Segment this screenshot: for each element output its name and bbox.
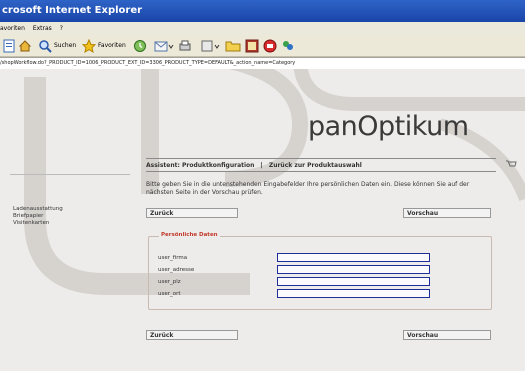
- back-button-top[interactable]: Zurück: [146, 208, 238, 218]
- personal-data-legend: Persönliche Daten: [159, 232, 220, 238]
- sidebar-heading[interactable]: Ladenausstattung: [13, 206, 63, 213]
- back-to-product-selection-link[interactable]: Zurück zur Produktauswahl: [269, 162, 362, 169]
- browser-toolbar: Suchen Favoriten: [0, 35, 525, 57]
- back-button-bottom[interactable]: Zurück: [146, 330, 238, 340]
- sidebar-item-visitenkarten[interactable]: Visitenkarten: [13, 220, 63, 227]
- favorites-button[interactable]: Favoriten: [82, 38, 126, 53]
- info-text: Bitte geben Sie in die untenstehenden Ei…: [146, 181, 470, 196]
- research-icon[interactable]: [245, 38, 259, 53]
- user-plz-input[interactable]: [277, 277, 430, 286]
- address-input[interactable]: /shopWorkflow.do?_PRODUCT_ID=1006_PRODUC…: [0, 60, 295, 66]
- history-icon[interactable]: [133, 38, 147, 53]
- menu-item-extras[interactable]: Extras: [33, 25, 52, 32]
- cart-icon[interactable]: [505, 160, 517, 168]
- edit-icon[interactable]: [200, 38, 222, 53]
- user-firma-input[interactable]: [277, 253, 430, 262]
- window-title: crosoft Internet Explorer: [2, 5, 143, 16]
- menu-bar: avoriten Extras ?: [0, 22, 525, 36]
- menu-item-favoriten[interactable]: avoriten: [0, 25, 25, 32]
- preview-button-bottom[interactable]: Vorschau: [403, 330, 491, 340]
- star-icon: [82, 38, 96, 53]
- mail-icon[interactable]: [154, 38, 174, 53]
- search-icon: [39, 39, 52, 53]
- site-logo[interactable]: panOptikum: [308, 111, 469, 142]
- divider-top: [146, 158, 496, 159]
- divider-mid: [146, 171, 496, 172]
- sidebar-divider: [10, 174, 130, 175]
- window-titlebar: crosoft Internet Explorer: [0, 0, 525, 22]
- page-content: panOptikum Assistent: Produktkonfigurati…: [0, 69, 525, 371]
- menu-item-help[interactable]: ?: [60, 25, 63, 32]
- preview-button-top[interactable]: Vorschau: [403, 208, 491, 218]
- search-label: Suchen: [54, 42, 77, 49]
- print-icon[interactable]: [178, 38, 192, 53]
- label-user-plz: user_plz: [158, 279, 181, 285]
- sidebar: Ladenausstattung Briefpapier Visitenkart…: [13, 206, 63, 227]
- messenger-people-icon[interactable]: [281, 38, 295, 53]
- breadcrumb-separator: |: [260, 162, 263, 169]
- breadcrumb-current: Assistent: Produktkonfiguration: [146, 162, 255, 169]
- user-ort-input[interactable]: [277, 289, 430, 298]
- label-user-adresse: user_adresse: [158, 267, 195, 273]
- breadcrumb: Assistent: Produktkonfiguration | Zurück…: [146, 162, 362, 169]
- folder-icon[interactable]: [225, 38, 241, 53]
- label-user-ort: user_ort: [158, 291, 181, 297]
- home-icon[interactable]: [18, 38, 32, 53]
- search-button[interactable]: Suchen: [38, 38, 76, 53]
- favorites-label: Favoriten: [98, 42, 126, 49]
- sidebar-item-briefpapier[interactable]: Briefpapier: [13, 213, 63, 220]
- user-adresse-input[interactable]: [277, 265, 430, 274]
- messenger-icon[interactable]: [263, 38, 277, 53]
- label-user-firma: user_firma: [158, 255, 188, 261]
- page-icon[interactable]: [2, 38, 16, 53]
